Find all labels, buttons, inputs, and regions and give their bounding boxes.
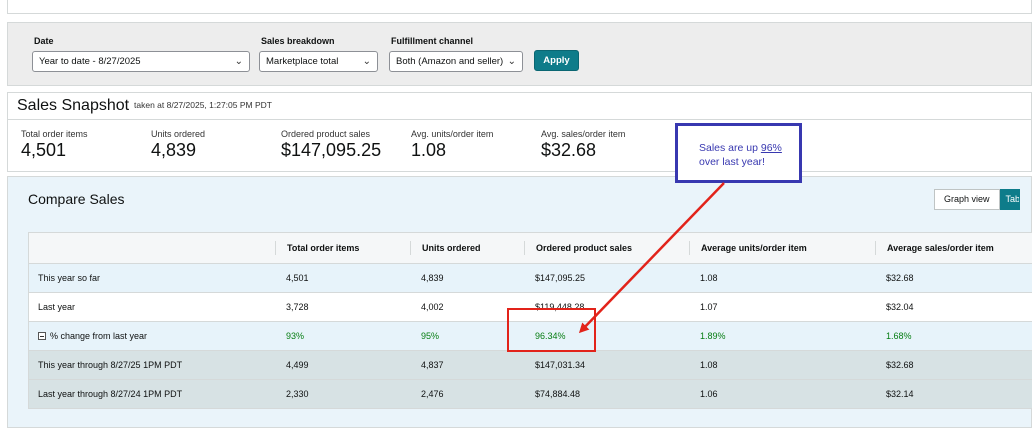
- table-cell: 3,728: [286, 302, 309, 312]
- table-cell: 1.06: [700, 389, 718, 399]
- compare-sales-panel: Compare Sales Graph view Table view Tota…: [7, 176, 1032, 428]
- table-cell: $147,031.34: [535, 360, 586, 370]
- table-cell: 1.08: [700, 360, 718, 370]
- compare-sales-title: Compare Sales: [28, 191, 125, 207]
- table-cell: 4,839: [421, 273, 444, 283]
- table-cell: $32.04: [886, 302, 914, 312]
- table-cell: $147,095.25: [535, 273, 586, 283]
- graph-view-button[interactable]: Graph view: [934, 189, 1000, 210]
- snapshot-timestamp: taken at 8/27/2025, 1:27:05 PM PDT: [134, 100, 272, 110]
- channel-filter-label: Fulfillment channel: [391, 36, 474, 46]
- table-row: Last year through 8/27/24 1PM PDT 2,330 …: [29, 379, 1032, 408]
- chevron-down-icon: ⌄: [507, 56, 516, 67]
- column-header-units-ordered[interactable]: Units ordered: [410, 241, 481, 255]
- table-cell: 2,330: [286, 389, 309, 399]
- table-header-row: Total order items Units ordered Ordered …: [29, 233, 1032, 263]
- channel-select-value: Both (Amazon and seller): [396, 56, 504, 67]
- table-cell: 4,501: [286, 273, 309, 283]
- row-label: Last year: [38, 302, 76, 312]
- table-cell: 4,837: [421, 360, 444, 370]
- metric-value: $32.68: [541, 140, 597, 160]
- date-filter-label: Date: [34, 36, 54, 46]
- table-row: This year through 8/27/25 1PM PDT 4,499 …: [29, 350, 1032, 379]
- sales-growth-callout: Sales are up 96% over last year!: [675, 123, 802, 183]
- metric-label: Ordered product sales: [281, 129, 371, 139]
- table-cell: 4,499: [286, 360, 309, 370]
- table-cell: $74,884.48: [535, 389, 581, 399]
- column-header-ordered-product-sales[interactable]: Ordered product sales: [524, 241, 632, 255]
- table-cell: $32.68: [886, 360, 914, 370]
- apply-button[interactable]: Apply: [534, 50, 579, 71]
- date-select[interactable]: Year to date - 8/27/2025 ⌄: [32, 51, 250, 72]
- column-header-avg-units-per-order-item[interactable]: Average units/order item: [689, 241, 807, 255]
- metric-value: 1.08: [411, 140, 447, 160]
- sales-snapshot-header: Sales Snapshot taken at 8/27/2025, 1:27:…: [7, 92, 1032, 120]
- top-panel: [7, 0, 1032, 14]
- callout-suffix: over last year!: [699, 156, 765, 168]
- row-label: This year through 8/27/25 1PM PDT: [38, 360, 183, 370]
- metric-value: $147,095.25: [281, 140, 382, 160]
- table-cell: 1.07: [700, 302, 718, 312]
- metric-avg-sales-per-order-item: Avg. sales/order item $32.68: [541, 129, 625, 161]
- metric-ordered-product-sales: Ordered product sales $147,095.25: [281, 129, 381, 161]
- view-toggle: Graph view Table view: [934, 189, 1020, 210]
- metric-value: 4,839: [151, 140, 197, 160]
- callout-highlight: 96%: [760, 142, 782, 154]
- snapshot-metrics: Total order items 4,501 Units ordered 4,…: [7, 120, 1032, 172]
- metric-total-order-items: Total order items 4,501: [21, 129, 88, 161]
- column-header-avg-sales-per-order-item[interactable]: Average sales/order item: [875, 241, 994, 255]
- row-label: This year so far: [38, 273, 101, 283]
- column-header-total-order-items[interactable]: Total order items: [275, 241, 359, 255]
- breakdown-select-value: Marketplace total: [266, 56, 339, 67]
- chevron-down-icon: ⌄: [362, 56, 371, 67]
- metric-label: Avg. units/order item: [411, 129, 494, 139]
- table-cell: $32.14: [886, 389, 914, 399]
- metric-label: Units ordered: [151, 129, 206, 139]
- table-cell: 4,002: [421, 302, 444, 312]
- fulfillment-channel-select[interactable]: Both (Amazon and seller) ⌄: [389, 51, 523, 72]
- percent-change-row-label: % change from last year: [38, 322, 147, 350]
- table-cell: $32.68: [886, 273, 914, 283]
- callout-prefix: Sales are up: [699, 142, 761, 154]
- table-view-button[interactable]: Table view: [999, 189, 1020, 210]
- callout-text: Sales are up 96% over last year!: [699, 141, 799, 169]
- row-label: % change from last year: [50, 331, 148, 341]
- table-cell: 2,476: [421, 389, 444, 399]
- filter-bar: Date Year to date - 8/27/2025 ⌄ Sales br…: [7, 22, 1032, 86]
- table-cell: 1.08: [700, 273, 718, 283]
- highlight-box: [507, 308, 596, 352]
- metric-avg-units-per-order-item: Avg. units/order item 1.08: [411, 129, 493, 161]
- table-cell: 1.68%: [886, 331, 912, 341]
- table-cell: 95%: [421, 331, 440, 341]
- chevron-down-icon: ⌄: [234, 56, 243, 67]
- metric-value: 4,501: [21, 140, 67, 160]
- sales-dashboard: Date Year to date - 8/27/2025 ⌄ Sales br…: [0, 0, 1032, 439]
- metric-label: Total order items: [21, 129, 88, 139]
- page-title: Sales Snapshot: [17, 97, 130, 114]
- breakdown-filter-label: Sales breakdown: [261, 36, 335, 46]
- sales-breakdown-select[interactable]: Marketplace total ⌄: [259, 51, 378, 72]
- table-cell: 93%: [286, 331, 305, 341]
- metric-units-ordered: Units ordered 4,839: [151, 129, 205, 161]
- table-row: This year so far 4,501 4,839 $147,095.25…: [29, 263, 1032, 292]
- row-label: Last year through 8/27/24 1PM PDT: [38, 389, 183, 399]
- collapse-icon[interactable]: [38, 331, 46, 340]
- table-cell: 1.89%: [700, 331, 726, 341]
- date-select-value: Year to date - 8/27/2025: [39, 56, 141, 67]
- metric-label: Avg. sales/order item: [541, 129, 626, 139]
